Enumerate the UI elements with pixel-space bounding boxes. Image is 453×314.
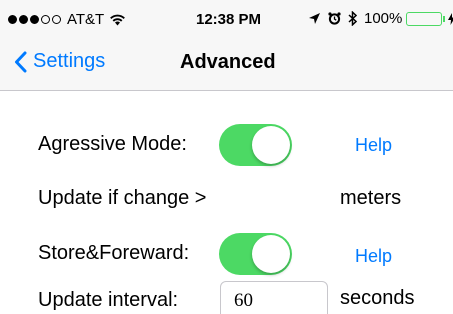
signal-strength-icon xyxy=(8,15,63,24)
status-time: 12:38 PM xyxy=(196,11,262,28)
aggressive-mode-toggle[interactable] xyxy=(219,124,292,166)
page-title: Advanced xyxy=(180,51,276,73)
toggle-knob xyxy=(252,235,290,273)
location-arrow-icon xyxy=(308,12,321,25)
back-button-label: Settings xyxy=(33,50,106,72)
battery-percent: 100% xyxy=(364,10,403,27)
seconds-unit-label: seconds xyxy=(340,287,415,309)
signal-dot xyxy=(41,15,50,24)
carrier-name: AT&T xyxy=(67,11,105,28)
signal-dot xyxy=(52,15,61,24)
aggressive-mode-label: Agressive Mode: xyxy=(38,133,187,155)
store-forward-help-link[interactable]: Help xyxy=(355,246,392,267)
aggressive-mode-help-link[interactable]: Help xyxy=(355,135,392,156)
status-right: 100% xyxy=(308,10,453,27)
signal-dot xyxy=(30,15,39,24)
signal-dot xyxy=(8,15,17,24)
signal-dot xyxy=(19,15,28,24)
status-bar: AT&T 12:38 PM 100% xyxy=(0,0,453,40)
alarm-clock-icon xyxy=(328,12,341,25)
meters-unit-label: meters xyxy=(340,187,402,209)
carrier-signal: AT&T xyxy=(8,11,126,28)
store-forward-toggle[interactable] xyxy=(219,233,292,275)
navigation-bar: Settings Advanced xyxy=(0,40,453,91)
toggle-knob xyxy=(252,126,290,164)
update-if-change-label: Update if change > xyxy=(38,187,207,209)
bluetooth-icon xyxy=(348,11,357,26)
advanced-settings-screen: AT&T 12:38 PM 100% Settings Advanced Agr… xyxy=(0,0,453,314)
back-button[interactable]: Settings xyxy=(14,50,105,73)
wifi-icon xyxy=(109,13,126,26)
chevron-left-icon xyxy=(14,51,27,73)
update-interval-input[interactable] xyxy=(220,281,328,314)
store-forward-label: Store&Foreward: xyxy=(38,242,190,264)
update-interval-label: Update interval: xyxy=(38,289,179,311)
battery-icon xyxy=(406,11,446,26)
charging-bolt-icon xyxy=(448,12,453,25)
